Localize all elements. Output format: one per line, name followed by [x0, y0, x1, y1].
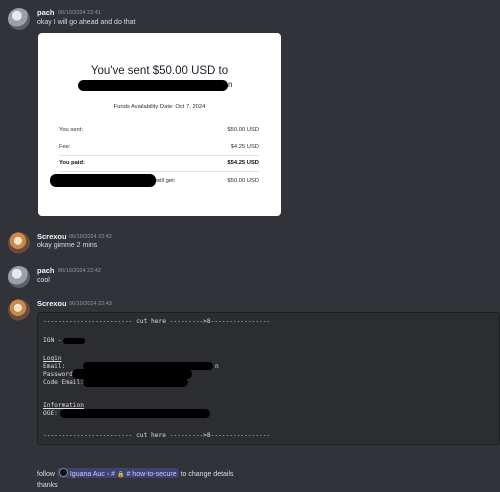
lock-icon: 🔒 — [117, 472, 125, 478]
avatar[interactable] — [8, 299, 30, 321]
code-login-heading: Login — [43, 355, 62, 362]
code-header: ------------------------ cut here ------… — [43, 318, 271, 325]
row-label-fee: Fee: — [59, 144, 71, 150]
server-name: Iguana Auc — [69, 471, 105, 478]
timestamp: 06/10/2024 22:42 — [58, 267, 101, 274]
channel-mention[interactable]: Iguana Auc › # 🔒 # how-to-secure — [56, 468, 179, 478]
separator-icon: › — [106, 471, 110, 478]
row-value-sent: $50.00 USD — [227, 127, 259, 133]
username[interactable]: pach — [37, 266, 55, 275]
row-value-fee: $4.25 USD — [230, 144, 259, 150]
row-label-sent: You sent: — [59, 127, 83, 133]
code-email: Email: — [43, 363, 66, 370]
redaction — [78, 80, 228, 91]
code-footer: ------------------------ cut here ------… — [43, 432, 271, 439]
server-icon — [58, 468, 68, 477]
code-block[interactable]: ------------------------ cut here ------… — [37, 312, 500, 445]
row-label-recipient: will get: — [156, 178, 176, 184]
hash-icon: # — [126, 471, 131, 478]
message-text: okay gimme 2 mins — [37, 242, 98, 249]
avatar[interactable] — [8, 266, 30, 288]
channel-name: how-to-secure — [132, 471, 177, 478]
row-value-recipient: $50.00 USD — [227, 178, 259, 184]
timestamp: 06/10/2024 22:42 — [69, 233, 112, 240]
follow-rest: to change details — [180, 471, 234, 478]
avatar[interactable] — [8, 8, 30, 30]
code-code-email: Code Email: — [43, 379, 84, 386]
receipt-image[interactable]: You've sent $50.00 USD to n Funds Availa… — [38, 33, 281, 216]
timestamp: 06/10/2024 22:41 — [58, 9, 101, 16]
message-text: follow Iguana Auc › # 🔒 # how-to-secure … — [37, 468, 234, 478]
redaction — [63, 338, 85, 344]
follow-text: follow — [37, 471, 55, 478]
redaction — [60, 409, 210, 418]
message-text: okay I will go ahead and do that — [37, 19, 136, 26]
message-text: cool — [37, 277, 50, 284]
row-label-paid: You paid: — [59, 160, 85, 166]
receipt-name-tail: n — [228, 80, 233, 89]
message-text: thanks — [37, 482, 58, 489]
divider — [59, 155, 259, 156]
username[interactable]: pach — [37, 8, 55, 17]
code-email-tail: n — [215, 363, 219, 370]
username[interactable]: Screxou — [37, 232, 67, 241]
redaction — [83, 378, 188, 387]
code-oge: OGE: — [43, 410, 58, 417]
code-ign: IGN - — [43, 337, 62, 344]
timestamp: 06/10/2024 22:43 — [69, 300, 112, 307]
code-information-heading: Information — [43, 402, 84, 409]
redaction — [50, 174, 156, 187]
avatar[interactable] — [8, 232, 30, 254]
username[interactable]: Screxou — [37, 299, 67, 308]
hash-icon: # — [111, 471, 116, 478]
receipt-title: You've sent $50.00 USD to — [90, 65, 229, 77]
funds-availability: Funds Availability Date: Oct 7, 2024 — [113, 104, 206, 110]
row-value-paid: $54.25 USD — [227, 160, 259, 166]
divider — [59, 171, 259, 172]
